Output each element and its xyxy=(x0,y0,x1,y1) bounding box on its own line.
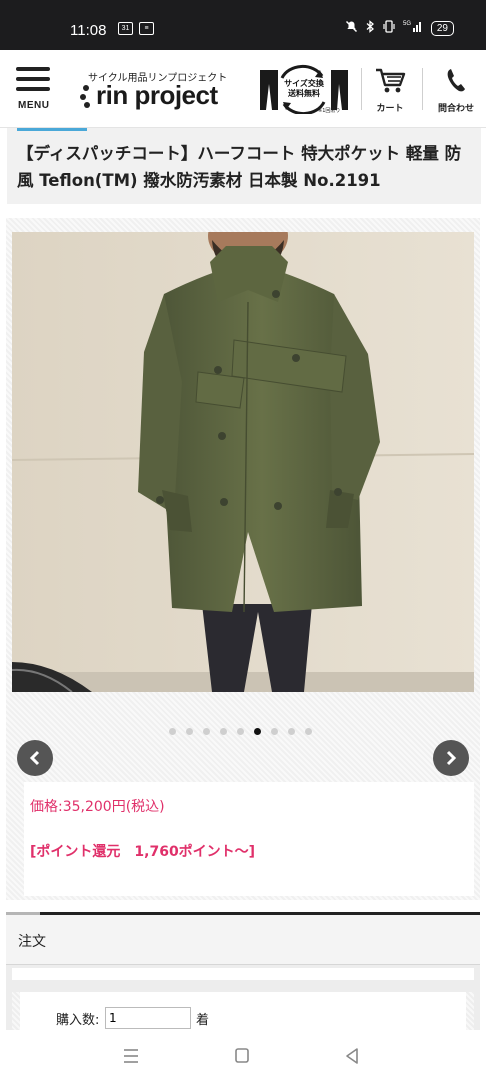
badge-note: ※1回限り xyxy=(318,108,341,114)
contact-label: 問合わせ xyxy=(437,104,474,114)
slide-dot[interactable] xyxy=(203,728,210,735)
slide-dot[interactable] xyxy=(186,728,193,735)
hamburger-icon-bar xyxy=(16,77,50,81)
menu-button[interactable]: MENU xyxy=(16,67,52,113)
slide-dot[interactable] xyxy=(237,728,244,735)
badge-line2: 送料無料 xyxy=(288,89,320,98)
cart-button[interactable]: カート xyxy=(366,66,414,114)
previous-slide-button[interactable] xyxy=(17,740,53,776)
slide-dot[interactable] xyxy=(169,728,176,735)
order-section: 注文 購入数: 着 xyxy=(6,912,480,1042)
quantity-unit: 着 xyxy=(196,1013,210,1028)
order-header: 注文 xyxy=(6,915,480,965)
title-accent-bar xyxy=(17,128,87,131)
price-box: 価格:35,200円(税込) [ポイント還元 1,760ポイント〜] xyxy=(24,782,474,896)
menu-label: MENU xyxy=(18,100,50,111)
bluetooth-icon xyxy=(366,20,375,36)
cart-icon xyxy=(376,68,406,93)
badge-text: サイズ交換 送料無料 xyxy=(281,79,327,99)
svg-text:5G: 5G xyxy=(403,21,411,27)
slide-dot[interactable] xyxy=(254,728,261,735)
logo-name: rin project xyxy=(96,80,218,110)
status-left-icons: 31 ≡ xyxy=(118,22,154,35)
product-gallery: 価格:35,200円(税込) [ポイント還元 1,760ポイント〜] xyxy=(6,218,480,900)
header-divider xyxy=(361,68,362,110)
hamburger-icon-bar xyxy=(16,87,50,91)
quantity-input[interactable] xyxy=(105,1007,191,1029)
battery-icon: 29 xyxy=(430,20,454,36)
mute-icon xyxy=(345,20,358,36)
chevron-left-icon xyxy=(29,750,40,766)
order-band xyxy=(12,968,474,980)
notification-icon: ≡ xyxy=(139,22,154,35)
product-title-block: 【ディスパッチコート】ハーフコート 特大ポケット 軽量 防風 Teflon(TM… xyxy=(7,128,481,204)
back-triangle-icon xyxy=(346,1048,358,1064)
home-square-icon xyxy=(235,1048,249,1063)
system-nav-bar xyxy=(0,1030,486,1080)
chevron-right-icon xyxy=(446,750,457,766)
site-header: MENU サイクル用品リンプロジェクト rin project サイズ交換 送料… xyxy=(0,50,486,128)
contact-button[interactable]: 問合わせ xyxy=(432,66,480,114)
phone-icon xyxy=(447,69,465,92)
price-text: 価格:35,200円(税込) xyxy=(30,799,165,815)
slide-dot[interactable] xyxy=(220,728,227,735)
vibrate-icon xyxy=(383,20,395,36)
home-button[interactable] xyxy=(230,1046,254,1066)
points-text: [ポイント還元 1,760ポイント〜] xyxy=(30,844,256,860)
status-bar: 11:08 31 ≡ 5G 29 xyxy=(0,0,486,50)
menu-lines-icon xyxy=(124,1049,138,1063)
order-title: 注文 xyxy=(18,934,46,950)
back-button[interactable] xyxy=(340,1046,364,1066)
product-photo[interactable] xyxy=(12,232,474,692)
slide-dot[interactable] xyxy=(288,728,295,735)
header-divider xyxy=(422,68,423,110)
signal-5g-icon: 5G xyxy=(403,20,423,36)
hamburger-icon xyxy=(16,67,50,71)
cart-label: カート xyxy=(376,104,404,114)
calendar-icon: 31 xyxy=(118,22,133,35)
recent-apps-button[interactable] xyxy=(120,1046,144,1066)
slide-dot[interactable] xyxy=(305,728,312,735)
slide-indicator xyxy=(169,728,312,735)
badge-line1: サイズ交換 xyxy=(284,79,324,88)
status-right-icons: 5G 29 xyxy=(345,20,454,36)
logo-dots-icon xyxy=(80,85,92,109)
quantity-label: 購入数: xyxy=(56,1013,100,1028)
next-slide-button[interactable] xyxy=(433,740,469,776)
site-logo[interactable]: サイクル用品リンプロジェクト rin project xyxy=(80,64,230,114)
status-time: 11:08 xyxy=(70,22,107,39)
size-exchange-badge[interactable]: サイズ交換 送料無料 ※1回限り xyxy=(258,64,350,116)
slide-dot[interactable] xyxy=(271,728,278,735)
product-title: 【ディスパッチコート】ハーフコート 特大ポケット 軽量 防風 Teflon(TM… xyxy=(17,144,462,190)
